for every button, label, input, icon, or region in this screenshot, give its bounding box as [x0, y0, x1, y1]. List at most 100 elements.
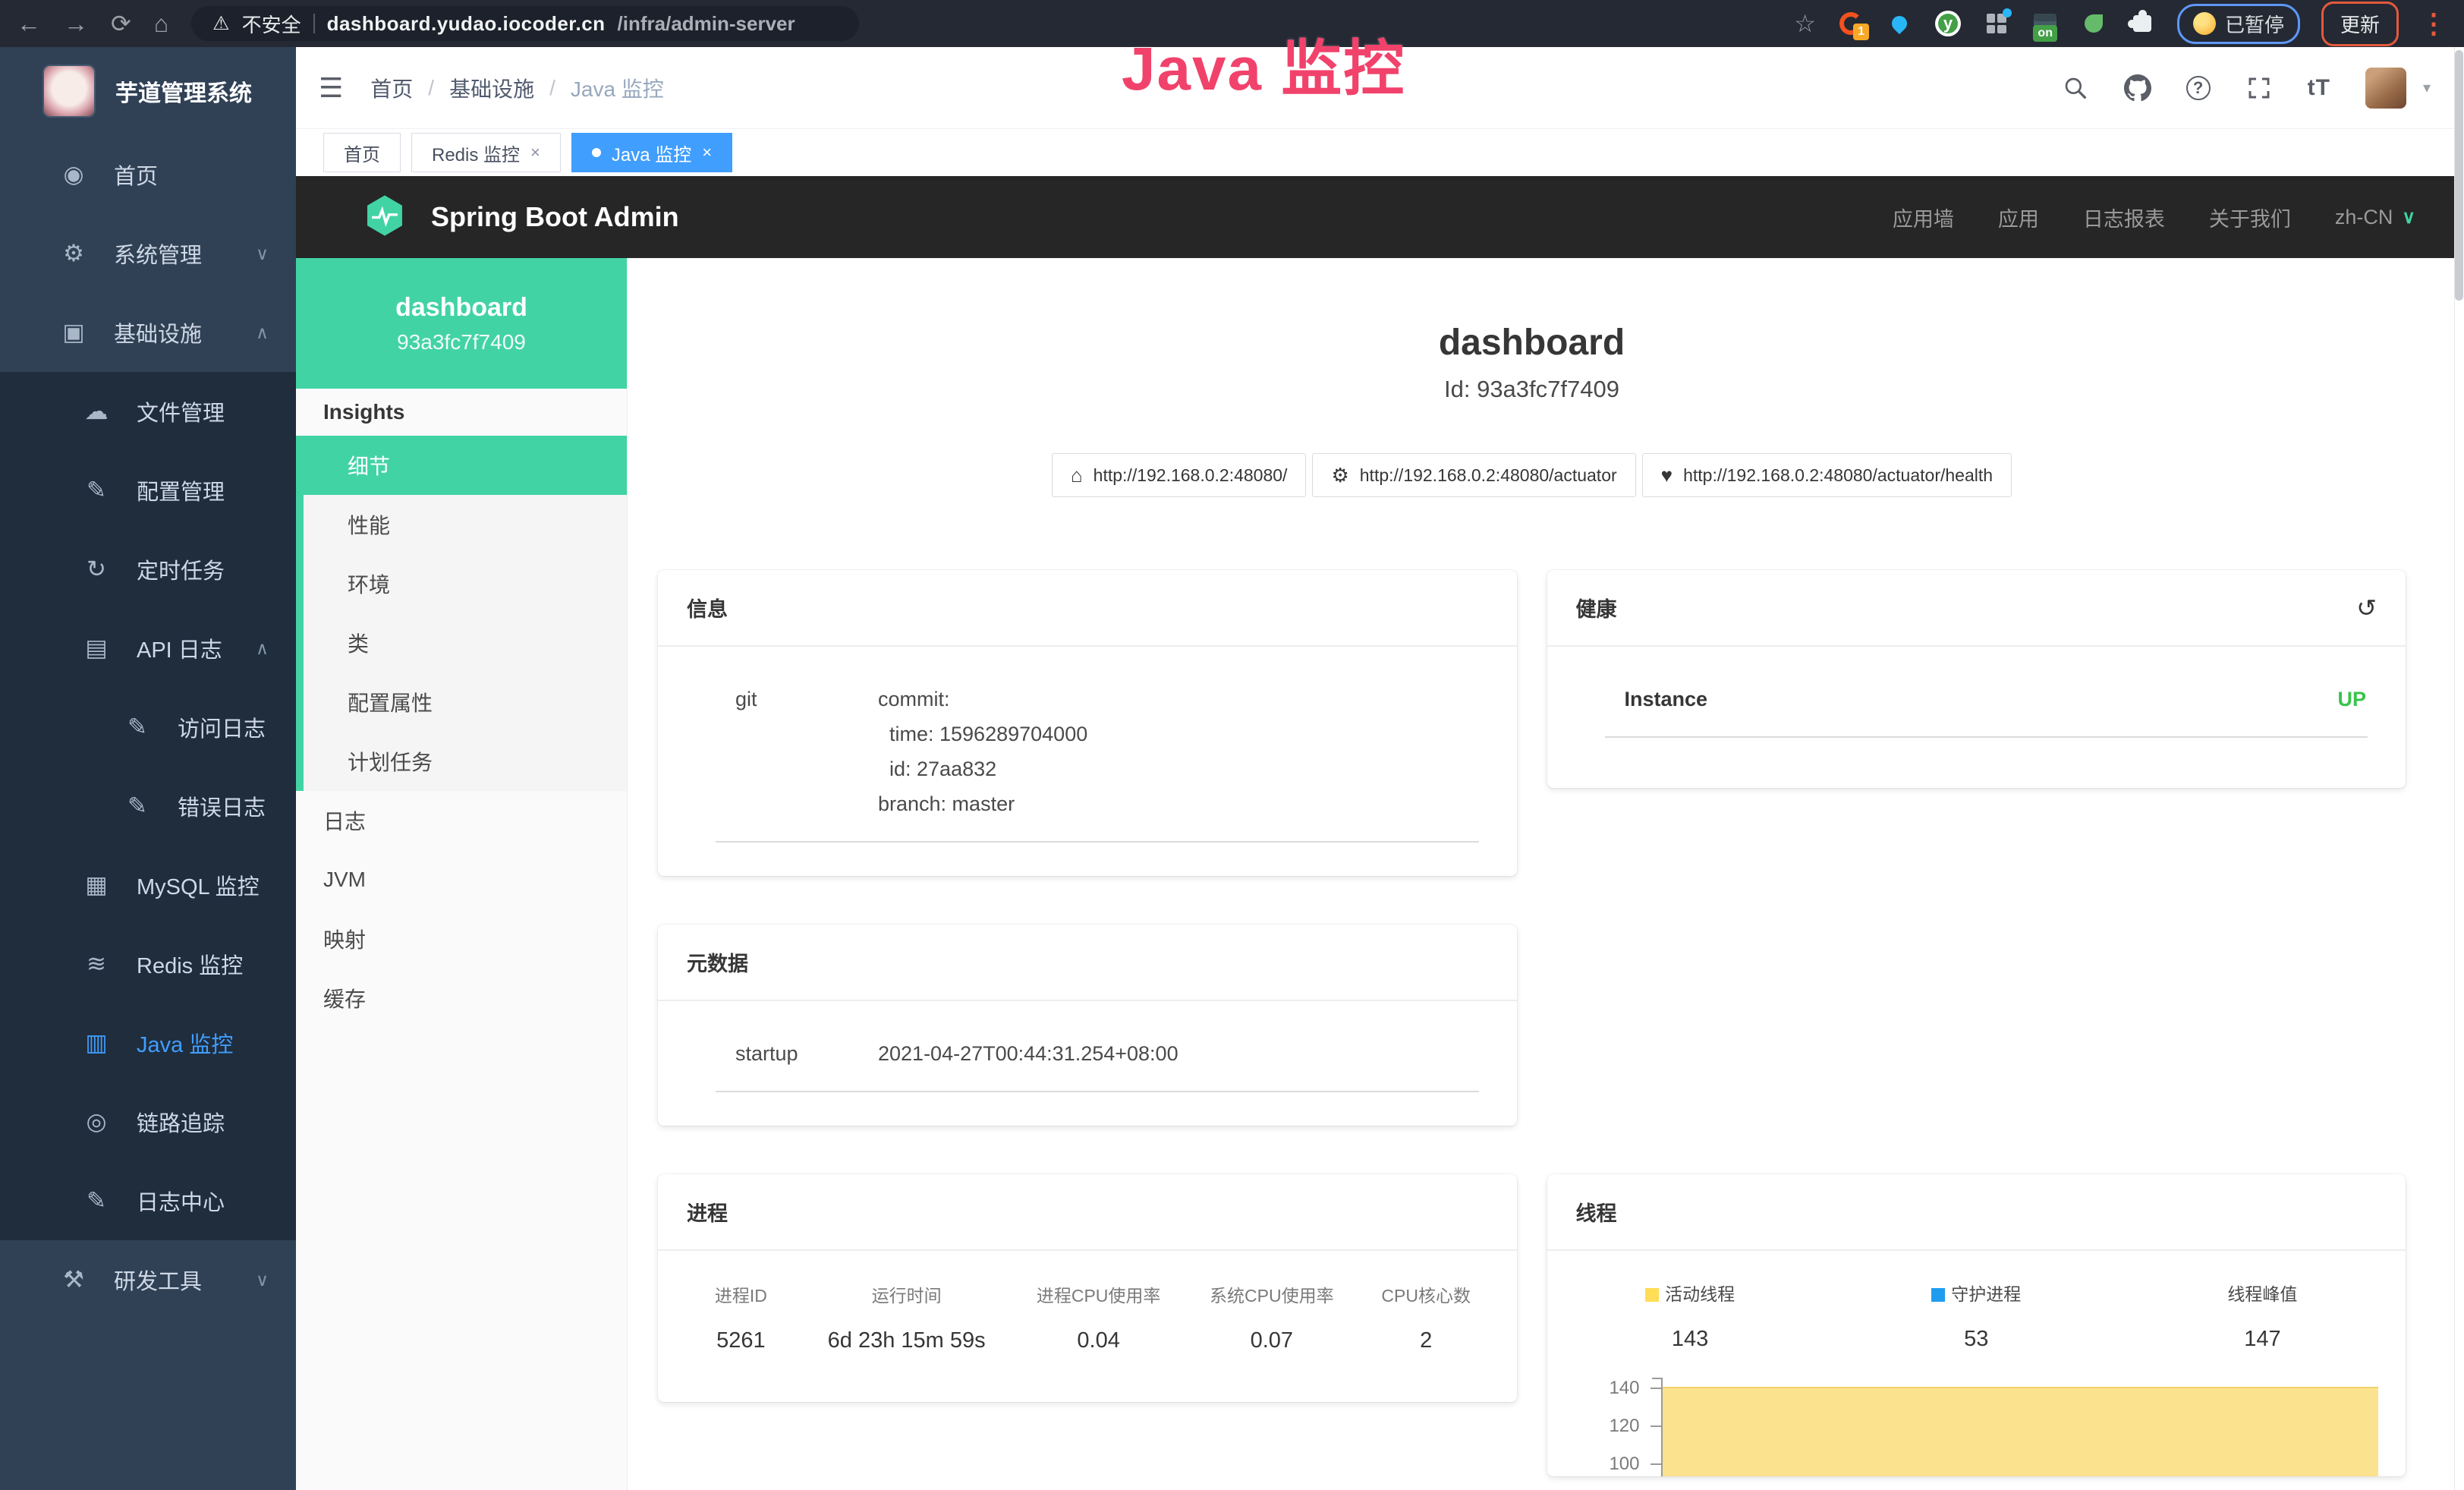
extension-grid-icon[interactable]: [1983, 10, 2010, 37]
page-subtitle: Id: 93a3fc7f7409: [658, 376, 2406, 403]
sidebar-item-java-monitor[interactable]: ▥ Java 监控: [0, 1003, 296, 1082]
avatar-caret-icon[interactable]: ▾: [2423, 78, 2431, 97]
extension-pin-icon[interactable]: [1886, 10, 1913, 37]
extension-colorzilla-icon[interactable]: 1: [1837, 10, 1865, 37]
sidebar-item-config-manage[interactable]: ✎ 配置管理: [0, 451, 296, 530]
tab-home[interactable]: 首页: [323, 133, 401, 172]
url-host[interactable]: dashboard.yudao.iocoder.cn: [327, 12, 606, 36]
back-icon[interactable]: ←: [17, 11, 41, 36]
update-button[interactable]: 更新: [2321, 2, 2399, 46]
close-icon[interactable]: ×: [702, 143, 712, 162]
paused-label: 已暂停: [2225, 10, 2284, 38]
sba-item-jvm[interactable]: JVM: [296, 850, 627, 909]
sidebar-item-error-log[interactable]: ✎ 错误日志: [0, 767, 296, 846]
info-line: time: 1596289704000: [878, 717, 1087, 751]
sidebar-item-file-manage[interactable]: ☁ 文件管理: [0, 372, 296, 451]
process-value: 0.04: [1012, 1328, 1185, 1353]
health-url-link[interactable]: ♥ http://192.168.0.2:48080/actuator/heal…: [1642, 453, 2012, 497]
sidebar-item-api-log[interactable]: ▤ API 日志 ∧: [0, 609, 296, 688]
link-text: http://192.168.0.2:48080/: [1094, 465, 1288, 486]
not-secure-icon: ⚠: [212, 12, 229, 35]
sba-item-environment[interactable]: 环境: [304, 554, 627, 613]
sba-item-classes[interactable]: 类: [304, 613, 627, 673]
fullscreen-icon[interactable]: [2245, 74, 2273, 102]
edit-icon: ✎: [79, 477, 114, 504]
sidebar-item-tracing[interactable]: ◎ 链路追踪: [0, 1082, 296, 1161]
hamburger-icon[interactable]: ☰: [319, 72, 343, 104]
extension-counter-badge: 1: [1853, 24, 1869, 40]
sidebar-item-dev-tools[interactable]: ⚒ 研发工具 ∨: [0, 1240, 296, 1319]
sidebar-item-label: 链路追踪: [137, 1106, 225, 1138]
sba-item-config-props[interactable]: 配置属性: [304, 673, 627, 732]
sidebar-item-redis-monitor[interactable]: ≋ Redis 监控: [0, 925, 296, 1003]
sba-nav-journal[interactable]: 日志报表: [2083, 203, 2165, 232]
card-title: 进程: [658, 1174, 1517, 1251]
user-avatar[interactable]: [2365, 68, 2406, 109]
breadcrumb-current: Java 监控: [571, 73, 664, 103]
browser-menu-icon[interactable]: ⋮: [2420, 8, 2447, 39]
sidebar-item-infra[interactable]: ▣ 基础设施 ∧: [0, 293, 296, 372]
process-header: 进程ID: [681, 1281, 801, 1307]
home-icon[interactable]: ⌂: [154, 11, 168, 36]
breadcrumb: 首页 / 基础设施 / Java 监控: [370, 73, 664, 103]
sba-locale-select[interactable]: zh-CN ∨: [2335, 206, 2415, 229]
profile-paused-badge[interactable]: 已暂停: [2177, 4, 2300, 44]
legend-daemon-threads: 守护进程: [1833, 1280, 2119, 1306]
extension-leaf-icon[interactable]: [2080, 10, 2107, 37]
service-url-link[interactable]: ⌂ http://192.168.0.2:48080/: [1052, 453, 1307, 497]
sba-logo-icon[interactable]: [363, 194, 407, 241]
page-scrollbar[interactable]: [2454, 47, 2464, 1490]
actuator-url-link[interactable]: ⚙ http://192.168.0.2:48080/actuator: [1312, 453, 1635, 497]
breadcrumb-infra[interactable]: 基础设施: [449, 73, 534, 103]
breadcrumb-home[interactable]: 首页: [370, 73, 413, 103]
monitor-icon: ▥: [79, 1029, 114, 1057]
sba-nav-wallboard[interactable]: 应用墙: [1893, 203, 1954, 232]
font-size-icon[interactable]: tT: [2308, 75, 2330, 101]
threads-card: 线程 活动线程 守护进程: [1547, 1174, 2406, 1476]
reload-icon[interactable]: ⟳: [111, 11, 131, 36]
sba-item-scheduled-tasks[interactable]: 计划任务: [304, 732, 627, 791]
sidebar-item-access-log[interactable]: ✎ 访问日志: [0, 688, 296, 767]
card-title: 信息: [658, 570, 1517, 647]
sba-item-logs[interactable]: 日志: [296, 791, 627, 850]
scrollbar-thumb[interactable]: [2455, 50, 2463, 301]
process-value: 2: [1358, 1328, 1494, 1353]
sba-item-details[interactable]: 细节: [304, 436, 627, 495]
sba-item-caches[interactable]: 缓存: [296, 969, 627, 1028]
extension-on-badge: on: [2033, 25, 2057, 42]
forward-icon[interactable]: →: [64, 11, 88, 36]
search-icon[interactable]: [2062, 74, 2089, 102]
sidebar-item-label: 定时任务: [137, 553, 225, 585]
tabs-bar: 首页 Redis 监控 × Java 监控 ×: [296, 129, 2464, 176]
sba-item-mappings[interactable]: 映射: [296, 909, 627, 969]
sba-instance-header[interactable]: dashboard 93a3fc7f7409: [296, 258, 627, 389]
tab-redis-monitor[interactable]: Redis 监控 ×: [411, 133, 561, 172]
sidebar-item-scheduled-jobs[interactable]: ↻ 定时任务: [0, 530, 296, 609]
dashboard-icon: ◉: [56, 161, 91, 188]
app-brand[interactable]: 芋道管理系统: [0, 47, 296, 135]
sba-brand[interactable]: Spring Boot Admin: [431, 201, 679, 233]
tab-java-monitor[interactable]: Java 监控 ×: [571, 133, 732, 172]
bookmark-star-icon[interactable]: ☆: [1794, 11, 1816, 36]
extension-switch-icon[interactable]: on: [2031, 10, 2059, 37]
github-icon[interactable]: [2124, 74, 2151, 102]
sba-nav-applications[interactable]: 应用: [1998, 203, 2039, 232]
address-bar[interactable]: ⚠ 不安全 dashboard.yudao.iocoder.cn/infra/a…: [191, 6, 859, 41]
sidebar-item-mysql-monitor[interactable]: ▦ MySQL 监控: [0, 846, 296, 925]
chart-plot-area: [1661, 1378, 2379, 1476]
sidebar-item-home[interactable]: ◉ 首页: [0, 135, 296, 214]
history-icon[interactable]: ↺: [2356, 594, 2377, 622]
security-label[interactable]: 不安全: [242, 10, 301, 38]
close-icon[interactable]: ×: [530, 143, 540, 162]
edit-icon: ✎: [120, 792, 155, 820]
sba-item-metrics[interactable]: 性能: [304, 495, 627, 554]
sidebar-item-system[interactable]: ⚙ 系统管理 ∨: [0, 214, 296, 293]
chevron-down-icon: ∨: [256, 244, 269, 264]
legend-peak-threads: 线程峰值: [2119, 1280, 2406, 1306]
extension-puzzle-icon[interactable]: [2129, 10, 2156, 37]
extension-y-icon[interactable]: y: [1934, 10, 1962, 37]
sidebar-item-log-center[interactable]: ✎ 日志中心: [0, 1161, 296, 1240]
sba-nav-about[interactable]: 关于我们: [2209, 203, 2291, 232]
help-icon[interactable]: ?: [2186, 76, 2211, 100]
sidebar-item-label: 错误日志: [178, 790, 266, 822]
